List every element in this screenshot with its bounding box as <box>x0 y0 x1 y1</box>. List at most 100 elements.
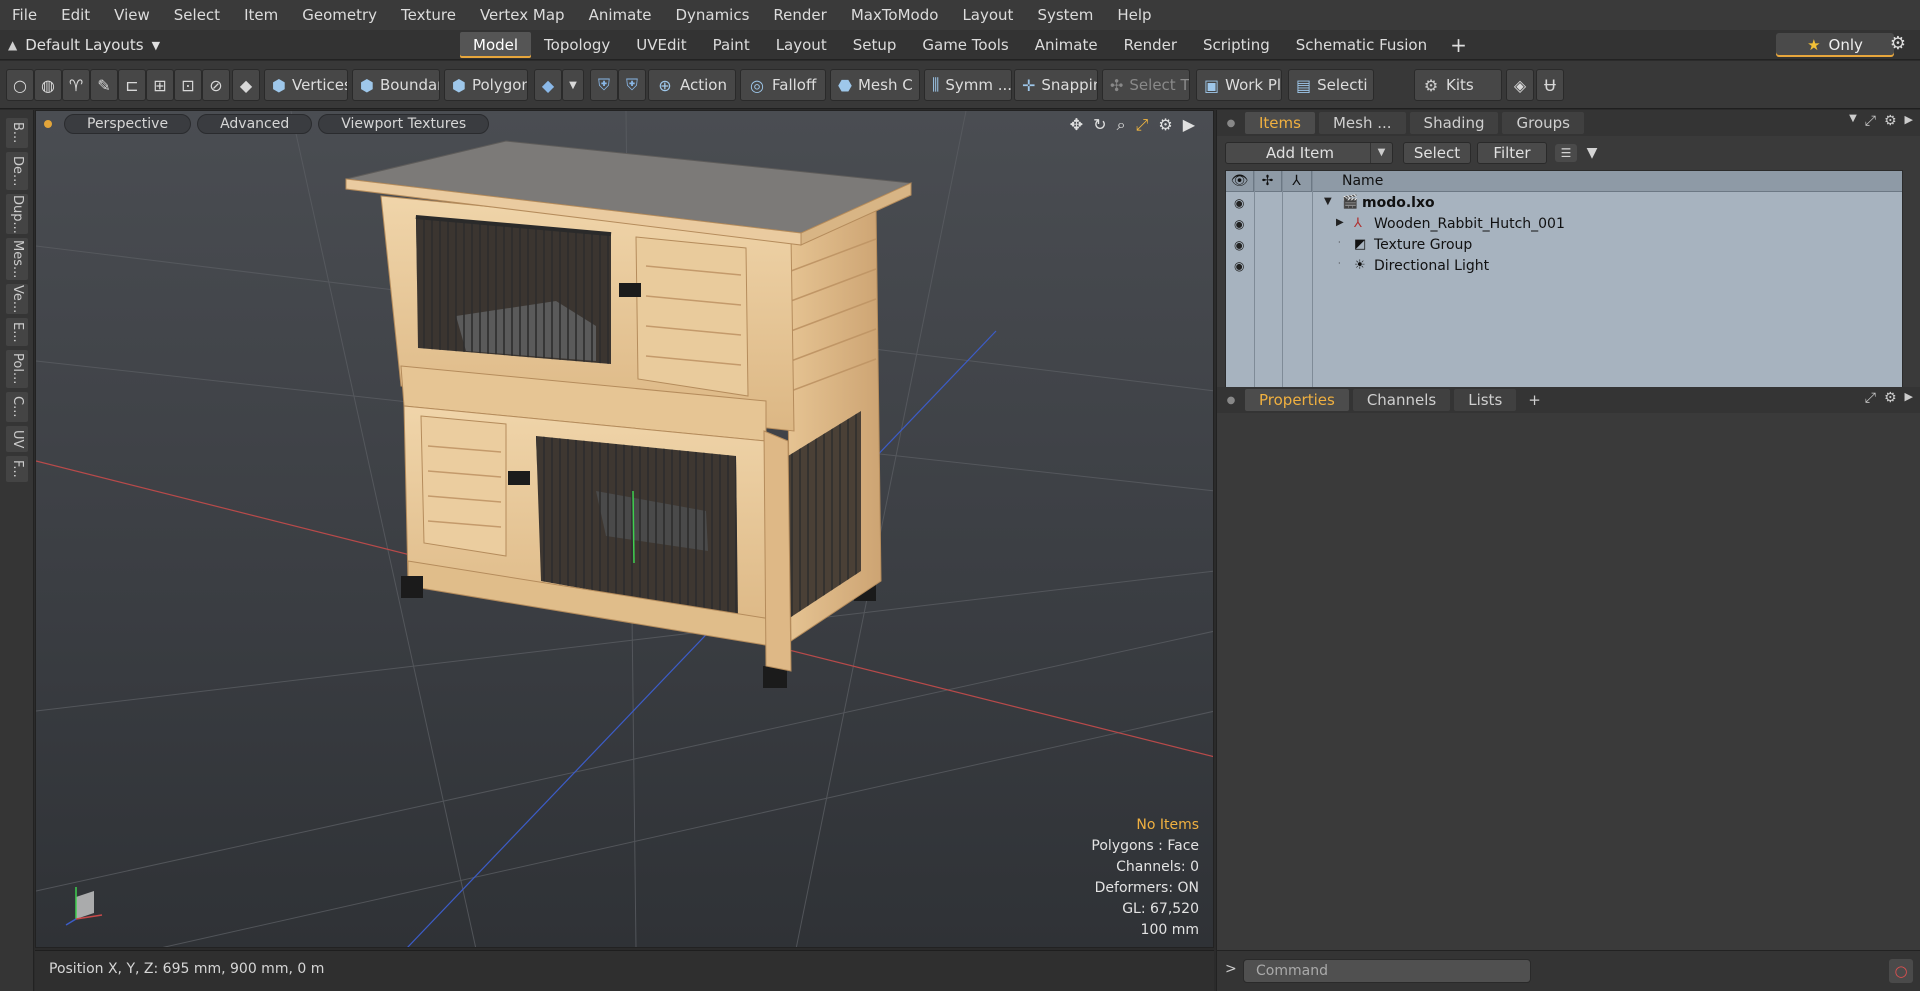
side-tab-vertex[interactable]: Ve... <box>6 284 28 314</box>
menu-help[interactable]: Help <box>1105 0 1163 30</box>
tab-lists[interactable]: Lists <box>1454 389 1517 411</box>
menu-render[interactable]: Render <box>761 0 838 30</box>
menu-edit[interactable]: Edit <box>49 0 102 30</box>
collapse-up-icon[interactable]: ▲ <box>8 38 17 52</box>
eye-icon[interactable]: ◉ <box>1234 259 1244 273</box>
viewport-options-dot[interactable] <box>44 120 52 128</box>
3d-viewport[interactable]: Perspective Advanced Viewport Textures ✥… <box>35 110 1214 948</box>
tab-topology[interactable]: Topology <box>531 32 623 58</box>
tab-paint[interactable]: Paint <box>700 32 763 58</box>
symmetry-shield-button[interactable]: ⛨ <box>590 69 618 101</box>
grid-button[interactable]: ⊞ <box>146 69 174 101</box>
falloff-button[interactable]: ◎ Falloff <box>740 69 826 101</box>
select-button[interactable]: Select <box>1403 142 1471 164</box>
menu-item[interactable]: Item <box>232 0 290 30</box>
perspective-button[interactable]: Perspective <box>64 114 192 134</box>
menu-texture[interactable]: Texture <box>389 0 468 30</box>
gear-icon[interactable]: ⚙ <box>1885 33 1911 57</box>
polygons-button[interactable]: ⬢ Polygons <box>444 69 528 101</box>
items-mode-button[interactable]: ◆ <box>232 69 260 101</box>
gear-icon[interactable]: ⚙ <box>1158 115 1172 135</box>
menu-file[interactable]: File <box>0 0 49 30</box>
play-arrow-icon[interactable]: ▶ <box>1905 390 1913 406</box>
list-options-icon[interactable]: ☰ <box>1555 144 1577 162</box>
tab-uvedit[interactable]: UVEdit <box>623 32 699 58</box>
expand-down-icon[interactable]: ▼ <box>1324 196 1332 207</box>
brush-select-button[interactable]: ✎ <box>90 69 118 101</box>
menu-maxtomodo[interactable]: MaxToModo <box>839 0 951 30</box>
list-item[interactable]: ◉ · ☀ Directional Light <box>1226 256 1902 277</box>
lasso-button[interactable]: ♈ <box>62 69 90 101</box>
visibility-column-icon[interactable]: 👁 <box>1226 171 1254 192</box>
menu-layout[interactable]: Layout <box>950 0 1025 30</box>
tab-animate[interactable]: Animate <box>1022 32 1111 58</box>
maximize-icon[interactable]: ⤢ <box>1136 115 1149 135</box>
viewport-textures-button[interactable]: Viewport Textures <box>318 114 490 134</box>
lock-column-icon[interactable]: ✢ <box>1254 171 1282 192</box>
edge-loop-button[interactable]: ⊏ <box>118 69 146 101</box>
add-item-button[interactable]: Add Item ▼ <box>1225 142 1393 164</box>
snapping-button[interactable]: ✛ Snapping <box>1014 69 1098 101</box>
menu-dynamics[interactable]: Dynamics <box>663 0 761 30</box>
select-through-button[interactable]: ✣ Select T... <box>1102 69 1190 101</box>
play-arrow-icon[interactable]: ▶ <box>1183 115 1195 135</box>
select-mode-auto-button[interactable]: ○ <box>6 69 34 101</box>
menu-vertex-map[interactable]: Vertex Map <box>468 0 577 30</box>
name-column-header[interactable]: Name <box>1312 171 1902 192</box>
expand-right-icon[interactable]: ▶ <box>1336 217 1344 228</box>
material-mode-button[interactable]: ◆ <box>534 69 562 101</box>
chevron-down-icon[interactable]: ▼ <box>1849 113 1857 129</box>
list-item[interactable]: ◉ ▼ 🎬 modo.lxo <box>1226 193 1902 214</box>
action-center-shield-button[interactable]: ⛨ <box>618 69 646 101</box>
list-item[interactable]: ◉ · ◩ Texture Group <box>1226 235 1902 256</box>
unity-button[interactable]: ◈ <box>1506 69 1534 101</box>
side-tab-basic[interactable]: B... <box>6 118 28 148</box>
menu-select[interactable]: Select <box>162 0 232 30</box>
action-center-button[interactable]: ⊕ Action <box>648 69 736 101</box>
advanced-button[interactable]: Advanced <box>197 114 313 134</box>
side-tab-curve[interactable]: C... <box>6 392 28 422</box>
gear-icon[interactable]: ⚙ <box>1884 390 1897 406</box>
tab-items[interactable]: Items <box>1245 112 1315 134</box>
eye-icon[interactable]: ◉ <box>1234 217 1244 231</box>
kits-button[interactable]: ⚙ Kits <box>1414 69 1502 101</box>
menu-system[interactable]: System <box>1025 0 1105 30</box>
play-arrow-icon[interactable]: ▶ <box>1905 113 1913 129</box>
eye-icon[interactable]: ◉ <box>1234 196 1244 210</box>
rotate-icon[interactable]: ↻ <box>1093 115 1106 135</box>
tab-setup[interactable]: Setup <box>840 32 910 58</box>
work-plane-button[interactable]: ▣ Work Pl... <box>1196 69 1282 101</box>
zoom-icon[interactable]: ⌕ <box>1117 115 1126 135</box>
add-tab-icon[interactable]: + <box>1440 32 1477 58</box>
layout-selector[interactable]: ▲ Default Layouts ▼ <box>8 34 160 56</box>
panel-dot-icon[interactable]: ● <box>1217 395 1245 406</box>
command-input[interactable] <box>1243 959 1531 983</box>
viewport-scene[interactable] <box>36 111 1214 948</box>
side-tab-fusion[interactable]: F... <box>6 456 28 482</box>
unreal-button[interactable]: Ʉ <box>1536 69 1564 101</box>
gear-icon[interactable]: ⚙ <box>1884 113 1897 129</box>
only-button[interactable]: ★ Only <box>1776 33 1894 57</box>
tab-properties[interactable]: Properties <box>1245 389 1349 411</box>
eye-icon[interactable]: ◉ <box>1234 238 1244 252</box>
menu-animate[interactable]: Animate <box>577 0 664 30</box>
menu-view[interactable]: View <box>102 0 162 30</box>
tab-model[interactable]: Model <box>460 32 532 58</box>
pan-icon[interactable]: ✥ <box>1070 115 1083 135</box>
material-dropdown-button[interactable]: ▼ <box>562 69 584 101</box>
frame-button[interactable]: ⊡ <box>174 69 202 101</box>
tab-scripting[interactable]: Scripting <box>1190 32 1283 58</box>
select-mode-world-button[interactable]: ◍ <box>34 69 62 101</box>
maximize-icon[interactable]: ⤢ <box>1865 113 1876 129</box>
tab-shading[interactable]: Shading <box>1409 112 1499 134</box>
side-tab-polygon[interactable]: Pol... <box>6 350 28 388</box>
tab-layout[interactable]: Layout <box>763 32 840 58</box>
tab-mesh-ops[interactable]: Mesh ... <box>1318 112 1406 134</box>
side-tab-duplicate[interactable]: Dup... <box>6 194 28 234</box>
add-tab-icon[interactable]: + <box>1520 389 1549 411</box>
side-tab-mesh-edit[interactable]: Mes... <box>6 238 28 280</box>
side-tab-deform[interactable]: De... <box>6 152 28 190</box>
selection-sets-button[interactable]: ▤ Selecti ... <box>1288 69 1374 101</box>
record-icon[interactable]: ○ <box>1889 959 1913 983</box>
rabbit-hutch-model[interactable] <box>345 140 913 688</box>
